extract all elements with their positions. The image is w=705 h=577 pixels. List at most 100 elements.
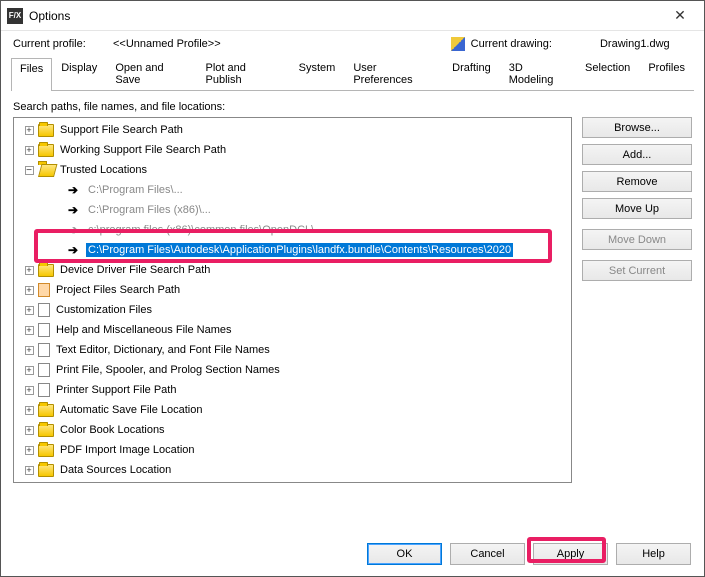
tree-node[interactable]: ➔ c:\program files (x86)\common files\Ope… (16, 220, 571, 240)
expand-icon[interactable]: + (25, 466, 34, 475)
expand-icon[interactable]: + (25, 446, 34, 455)
expand-icon[interactable]: + (25, 326, 34, 335)
app-icon: F/X (7, 8, 23, 24)
tree-node-label: PDF Import Image Location (58, 443, 197, 457)
expand-icon[interactable]: + (25, 286, 34, 295)
tree-node[interactable]: ➔ C:\Program Files (x86)\... (16, 200, 571, 220)
expand-icon[interactable]: + (25, 426, 34, 435)
tree-node[interactable]: + Automatic Save File Location (16, 400, 571, 420)
tree-node[interactable]: + Printer Support File Path (16, 380, 571, 400)
tree-node[interactable]: + Customization Files (16, 300, 571, 320)
collapse-icon[interactable]: − (25, 166, 34, 175)
tree-node[interactable]: + Device Driver File Search Path (16, 260, 571, 280)
tree-node-label: Automatic Save File Location (58, 403, 204, 417)
tree-node[interactable]: ➔ C:\Program Files\Autodesk\ApplicationPl… (16, 240, 571, 260)
folder-icon (38, 144, 54, 157)
folder-icon (38, 444, 54, 457)
current-profile-value: <<Unnamed Profile>> (113, 38, 221, 50)
folder-icon (38, 404, 54, 417)
tab-strip: FilesDisplayOpen and SavePlot and Publis… (11, 57, 694, 91)
move-down-button: Move Down (582, 229, 692, 250)
tab-selection[interactable]: Selection (576, 57, 639, 90)
tree-node-label: Printer Support File Path (54, 383, 178, 397)
help-button[interactable]: Help (616, 543, 691, 565)
expand-icon[interactable]: + (25, 386, 34, 395)
window-title: Options (29, 9, 660, 23)
expand-icon[interactable]: + (25, 366, 34, 375)
tree-node-label: Support File Search Path (58, 123, 185, 137)
tree-node-label: Text Editor, Dictionary, and Font File N… (54, 343, 272, 357)
tab-user-preferences[interactable]: User Preferences (344, 57, 443, 90)
expand-icon[interactable]: + (25, 146, 34, 155)
tree-node[interactable]: + Project Files Search Path (16, 280, 571, 300)
current-drawing-value: Drawing1.dwg (600, 38, 670, 50)
file-icon (38, 283, 50, 297)
cancel-button[interactable]: Cancel (450, 543, 525, 565)
folder-icon (38, 124, 54, 137)
side-button-column: Browse... Add... Remove Move Up Move Down Set… (582, 117, 692, 483)
tab-profiles[interactable]: Profiles (639, 57, 694, 90)
path-arrow-icon: ➔ (66, 203, 80, 217)
tab-system[interactable]: System (290, 57, 345, 90)
tree-node-label: C:\Program Files\... (86, 183, 185, 197)
tree-node-label: Project Files Search Path (54, 283, 182, 297)
tree-node[interactable]: + PDF Import Image Location (16, 440, 571, 460)
tree-node[interactable]: ➔ C:\Program Files\... (16, 180, 571, 200)
move-up-button[interactable]: Move Up (582, 198, 692, 219)
tree-node-label: Color Book Locations (58, 423, 167, 437)
expand-icon[interactable]: + (25, 346, 34, 355)
tab-3d-modeling[interactable]: 3D Modeling (500, 57, 576, 90)
tree-node[interactable]: + Data Sources Location (16, 460, 571, 480)
titlebar: F/X Options ✕ (1, 1, 704, 31)
folder-icon (38, 424, 54, 437)
expand-icon[interactable]: + (25, 126, 34, 135)
tree-node[interactable]: + Color Book Locations (16, 420, 571, 440)
folder-icon (38, 264, 54, 277)
path-arrow-icon: ➔ (66, 223, 80, 237)
browse--button[interactable]: Browse... (582, 117, 692, 138)
file-icon (38, 323, 50, 337)
tree-node[interactable]: + Help and Miscellaneous File Names (16, 320, 571, 340)
tree-node-label: Help and Miscellaneous File Names (54, 323, 233, 337)
folder-open-icon (38, 164, 54, 177)
path-arrow-icon: ➔ (66, 183, 80, 197)
tree-node-label: Device Driver File Search Path (58, 263, 212, 277)
expand-icon[interactable]: + (25, 406, 34, 415)
tree-view[interactable]: + Support File Search Path + Working Suppor… (14, 118, 571, 482)
tab-display[interactable]: Display (52, 57, 106, 90)
tab-drafting[interactable]: Drafting (443, 57, 500, 90)
add--button[interactable]: Add... (582, 144, 692, 165)
current-profile-label: Current profile: (13, 38, 113, 50)
footer-buttons: OK Cancel Apply Help (367, 543, 691, 565)
tree-node[interactable]: + Support File Search Path (16, 120, 571, 140)
remove-button[interactable]: Remove (582, 171, 692, 192)
tree-node-label: Working Support File Search Path (58, 143, 228, 157)
tree-node-label: Trusted Locations (58, 163, 149, 177)
tree-node[interactable]: + Text Editor, Dictionary, and Font File … (16, 340, 571, 360)
drawing-icon (451, 37, 465, 51)
set-current-button: Set Current (582, 260, 692, 281)
ok-button[interactable]: OK (367, 543, 442, 565)
apply-button[interactable]: Apply (533, 543, 608, 565)
expand-icon[interactable]: + (25, 266, 34, 275)
tree-node[interactable]: + Print File, Spooler, and Prolog Section… (16, 360, 571, 380)
tree-node-label: Customization Files (54, 303, 154, 317)
file-icon (38, 363, 50, 377)
tab-files[interactable]: Files (11, 58, 52, 91)
folder-icon (38, 464, 54, 477)
file-icon (38, 343, 50, 357)
close-button[interactable]: ✕ (660, 2, 700, 30)
tree-node-label: Print File, Spooler, and Prolog Section … (54, 363, 282, 377)
tree-node-label: C:\Program Files\Autodesk\ApplicationPlu… (86, 243, 513, 257)
tab-open-and-save[interactable]: Open and Save (106, 57, 196, 90)
tree-panel: + Support File Search Path + Working Suppor… (13, 117, 572, 483)
tree-node-label: C:\Program Files (x86)\... (86, 203, 213, 217)
current-drawing-label: Current drawing: (471, 38, 552, 50)
tree-node-label: c:\program files (x86)\common files\Open… (86, 223, 316, 237)
expand-icon[interactable]: + (25, 306, 34, 315)
tab-plot-and-publish[interactable]: Plot and Publish (197, 57, 290, 90)
tree-node[interactable]: + Working Support File Search Path (16, 140, 571, 160)
tree-node[interactable]: − Trusted Locations (16, 160, 571, 180)
path-arrow-icon: ➔ (66, 243, 80, 257)
tree-node-label: Data Sources Location (58, 463, 173, 477)
